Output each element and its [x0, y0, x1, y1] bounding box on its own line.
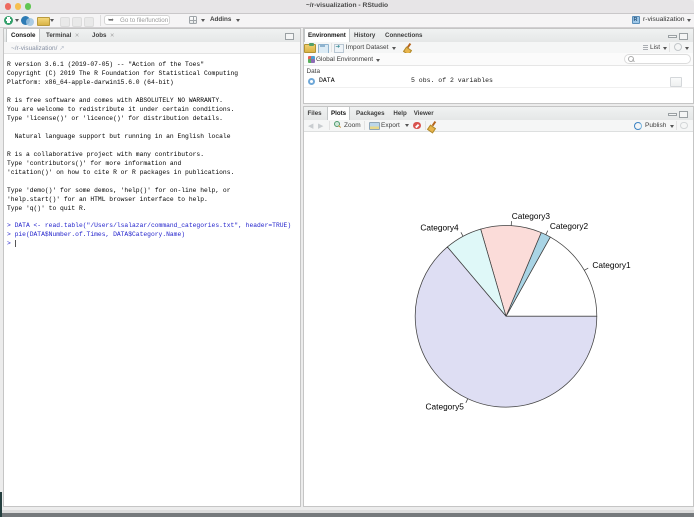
svg-text:Category1: Category1: [592, 260, 631, 270]
svg-text:Category5: Category5: [426, 402, 465, 412]
svg-text:Category3: Category3: [512, 211, 551, 221]
svg-text:Category4: Category4: [420, 223, 459, 233]
svg-text:Category2: Category2: [550, 221, 589, 231]
